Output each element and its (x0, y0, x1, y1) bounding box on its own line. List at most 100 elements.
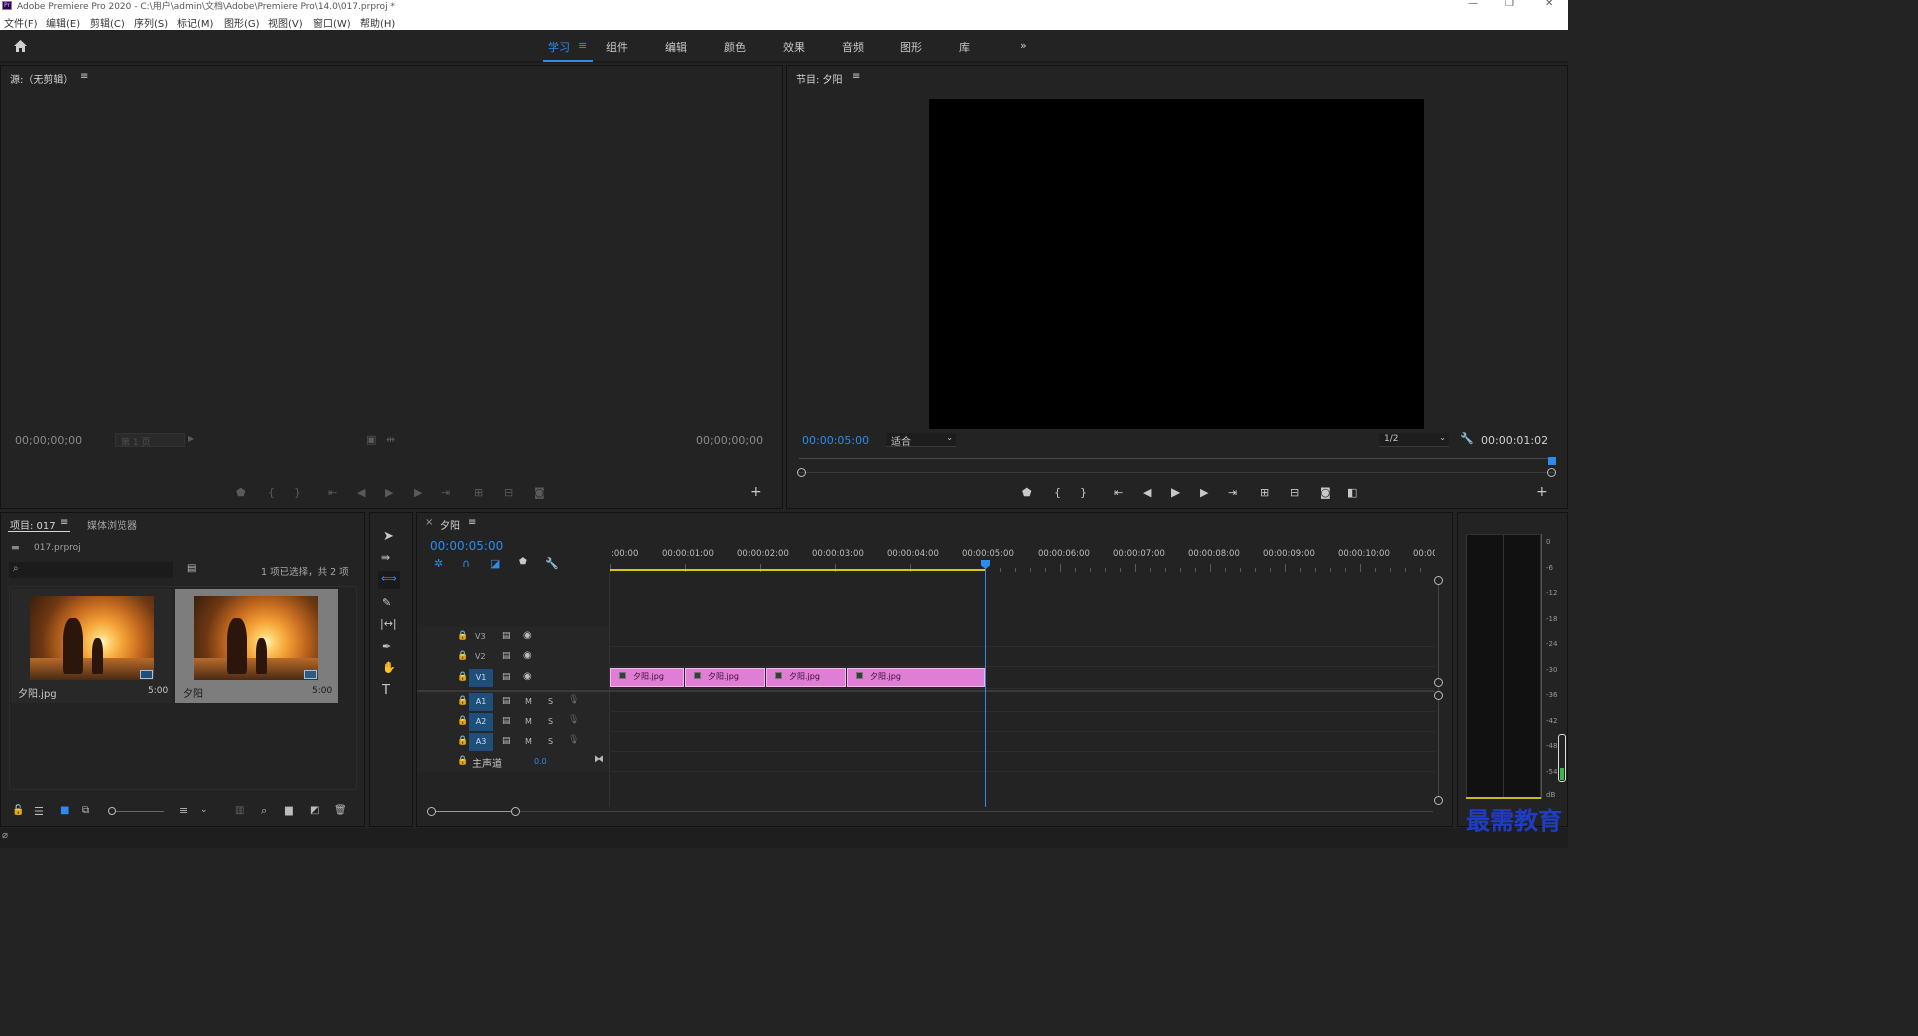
more-workspaces-icon[interactable]: » (1020, 39, 1027, 52)
program-time-ruler[interactable] (799, 458, 1553, 468)
source-timecode-left[interactable]: 00;00;00;00 (15, 434, 82, 447)
menu-file[interactable]: 文件(F) (4, 15, 38, 30)
program-step-forward-icon[interactable]: ▶ (1200, 486, 1208, 499)
master-volume-value[interactable]: 0.0 (534, 757, 547, 766)
menu-marker[interactable]: 标记(M) (177, 15, 213, 30)
menu-help[interactable]: 帮助(H) (360, 15, 395, 30)
program-zoom-handle-left[interactable] (797, 468, 806, 477)
program-add-button-icon[interactable]: + (1536, 484, 1548, 500)
timeline-playhead-line[interactable] (985, 568, 986, 807)
mute-button[interactable]: M (525, 737, 532, 746)
eye-icon[interactable]: ◉ (523, 650, 532, 661)
solo-button[interactable]: S (548, 737, 553, 746)
source-export-frame-icon[interactable]: ◙ (534, 486, 545, 499)
solo-button[interactable]: S (548, 717, 553, 726)
program-compare-icon[interactable]: ◧ (1347, 486, 1357, 499)
program-export-frame-icon[interactable]: ◙ (1320, 486, 1331, 499)
program-go-out-icon[interactable]: ⇥ (1228, 486, 1237, 499)
mute-button[interactable]: M (525, 717, 532, 726)
source-step-back-icon[interactable]: ◀ (357, 486, 365, 499)
tab-learn[interactable]: 学习 (548, 39, 570, 55)
project-item[interactable]: 夕阳.jpg 5:00 (11, 589, 172, 703)
program-panel-menu-icon[interactable]: ≡ (852, 71, 860, 82)
source-fit-icon[interactable]: ⇹ (386, 433, 395, 446)
meter-scroll-handle[interactable] (1558, 734, 1566, 782)
sync-lock-icon[interactable]: ▤ (502, 736, 511, 746)
sync-lock-icon[interactable]: ▤ (502, 696, 511, 706)
ripple-edit-tool[interactable]: ⟺ (378, 571, 400, 589)
tab-audio[interactable]: 音频 (842, 39, 864, 55)
menu-graphics[interactable]: 图形(G) (224, 15, 260, 30)
microphone-icon[interactable]: 🎙 (568, 715, 579, 725)
close-icon[interactable]: ✕ (1545, 0, 1553, 9)
program-lift-icon[interactable]: ⊞ (1260, 486, 1269, 499)
source-marker-icon[interactable]: ⬟ (236, 486, 246, 499)
eye-icon[interactable]: ◉ (523, 671, 532, 682)
source-play-icon[interactable]: ▶ (385, 486, 393, 499)
workspace-menu-icon[interactable]: ≡ (578, 39, 587, 52)
type-tool-icon[interactable]: T (382, 683, 390, 698)
program-marker-icon[interactable]: ⬟ (1022, 486, 1032, 499)
zoom-select[interactable]: 适合 ⌄ (886, 433, 956, 448)
program-video-frame[interactable] (929, 99, 1424, 429)
timeline-clip[interactable]: 夕阳.jpg (766, 668, 846, 687)
program-timecode[interactable]: 00:00:05:00 (802, 434, 869, 447)
horizontal-scroll-track[interactable] (431, 811, 1433, 812)
eye-icon[interactable]: ◉ (523, 630, 532, 641)
track-target-a1[interactable]: A1 (469, 693, 493, 711)
source-overwrite-icon[interactable]: ⊟ (504, 486, 513, 499)
tab-editing[interactable]: 编辑 (665, 39, 687, 55)
microphone-icon[interactable]: 🎙 (568, 735, 579, 745)
go-to-edit-point-icon[interactable]: ⧓ (594, 754, 604, 765)
sync-lock-icon[interactable]: ▤ (502, 631, 511, 641)
wrench-icon[interactable]: 🔧 (1460, 432, 1474, 445)
tab-assembly[interactable]: 组件 (606, 39, 628, 55)
source-drop-icon[interactable]: ▣ (366, 433, 376, 446)
lock-icon[interactable]: 🔒 (457, 651, 468, 661)
timeline-menu-icon[interactable]: ≡ (468, 517, 476, 528)
tab-color[interactable]: 颜色 (724, 39, 746, 55)
menu-edit[interactable]: 编辑(E) (46, 15, 80, 30)
new-item-icon[interactable]: ◩ (310, 805, 319, 816)
razor-tool-icon[interactable]: ✎ (382, 596, 391, 609)
timeline-clip[interactable]: 夕阳.jpg (847, 668, 985, 687)
home-icon[interactable] (13, 39, 28, 53)
menu-window[interactable]: 窗口(W) (313, 15, 351, 30)
source-mark-out-icon[interactable]: } (294, 486, 301, 499)
project-panel-menu-icon[interactable]: ≡ (60, 517, 68, 528)
program-extract-icon[interactable]: ⊟ (1290, 486, 1299, 499)
program-go-in-icon[interactable]: ⇤ (1114, 486, 1123, 499)
timeline-settings-icon[interactable]: 🔧 (545, 557, 559, 570)
program-mark-out-icon[interactable]: } (1080, 486, 1087, 499)
tab-graphics[interactable]: 图形 (900, 39, 922, 55)
lock-icon[interactable]: 🔒 (457, 631, 468, 641)
trash-icon[interactable]: 🗑 (334, 805, 347, 816)
slip-tool-icon[interactable]: |↔| (380, 617, 397, 630)
program-playhead[interactable] (1548, 457, 1556, 465)
automate-to-sequence-icon[interactable]: ▥ (235, 805, 244, 816)
source-panel-menu-icon[interactable]: ≡ (80, 71, 88, 82)
timeline-clip[interactable]: 夕阳.jpg (685, 668, 765, 687)
program-mark-in-icon[interactable]: { (1054, 486, 1061, 499)
lock-icon[interactable]: 🔒 (457, 696, 468, 706)
mute-button[interactable]: M (525, 697, 532, 706)
restore-icon[interactable]: ❐ (1505, 0, 1514, 9)
vertical-scroll-track[interactable] (1438, 576, 1439, 800)
close-sequence-icon[interactable]: × (425, 517, 433, 528)
program-step-back-icon[interactable]: ◀ (1143, 486, 1151, 499)
menu-view[interactable]: 视图(V) (268, 15, 303, 30)
chevron-down-icon[interactable]: ⌄ (200, 805, 208, 815)
sort-icon[interactable]: ≡ (179, 804, 188, 817)
microphone-icon[interactable]: 🎙 (568, 695, 579, 705)
sync-lock-icon[interactable]: ▤ (502, 716, 511, 726)
track-target-a2[interactable]: A2 (469, 713, 493, 731)
solo-button[interactable]: S (548, 697, 553, 706)
icon-view-icon[interactable]: ■ (60, 805, 69, 816)
vertical-scroll-handle-audio[interactable] (1434, 691, 1443, 700)
list-view-icon[interactable]: ☰ (34, 805, 44, 818)
find-icon[interactable]: ⌕ (261, 804, 267, 818)
lock-icon[interactable]: 🔒 (457, 736, 468, 746)
track-target-a3[interactable]: A3 (469, 733, 493, 751)
track-label[interactable]: V2 (475, 652, 486, 661)
track-select-tool-icon[interactable]: ⇛ (381, 551, 390, 564)
